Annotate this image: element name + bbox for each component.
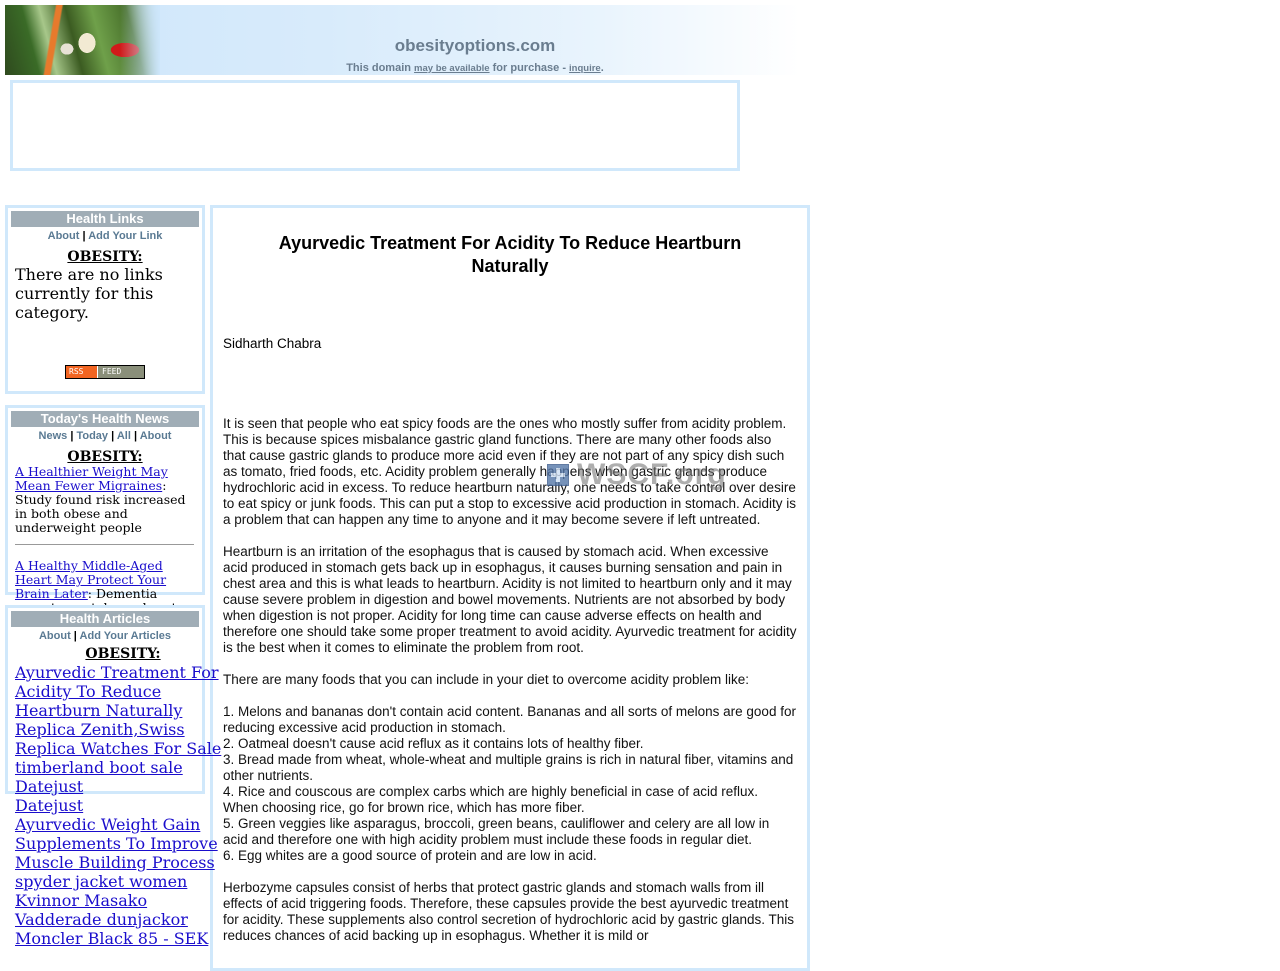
health-articles-header: Health Articles: [11, 611, 199, 627]
health-articles-nav: About | Add Your Articles: [38, 630, 172, 642]
food-list-item: 4. Rice and couscous are complex carbs w…: [223, 784, 759, 815]
news-about-link[interactable]: About: [140, 430, 172, 442]
article-link[interactable]: Ayurvedic Treatment For: [15, 663, 221, 682]
add-your-link-link[interactable]: Add Your Link: [88, 230, 162, 242]
health-articles-category: OBESITY:: [85, 646, 161, 662]
article-link[interactable]: Replica Zenith,Swiss: [15, 720, 221, 739]
health-news-category: OBESITY:: [67, 449, 143, 465]
article-title: Ayurvedic Treatment For Acidity To Reduc…: [278, 233, 742, 276]
article-panel: Ayurvedic Treatment For Acidity To Reduc…: [210, 205, 810, 971]
articles-list: Ayurvedic Treatment For Acidity To Reduc…: [15, 663, 221, 948]
news-link[interactable]: News: [39, 430, 68, 442]
food-list-item: 1. Melons and bananas don't contain acid…: [223, 704, 796, 735]
add-your-articles-link[interactable]: Add Your Articles: [80, 630, 171, 642]
article-link[interactable]: Vadderade dunjackor: [15, 910, 221, 929]
article-link[interactable]: Replica Watches For Sale: [15, 739, 221, 758]
food-list-item: 6. Egg whites are a good source of prote…: [223, 848, 597, 863]
article-link[interactable]: Heartburn Naturally: [15, 701, 221, 720]
watermark: WSCF.org: [547, 458, 727, 492]
food-list: 1. Melons and bananas don't contain acid…: [223, 704, 797, 864]
plus-cross-icon: [547, 464, 569, 486]
article-link[interactable]: Datejust: [15, 777, 221, 796]
article-paragraph: There are many foods that you can includ…: [223, 672, 750, 687]
feed-label: FEED: [98, 366, 144, 378]
rss-feed-button[interactable]: RSS FEED: [65, 365, 145, 379]
health-news-nav: News | Today | All | About: [38, 430, 172, 442]
article-paragraph: Heartburn is an irritation of the esopha…: [223, 544, 797, 655]
health-news-header: Today's Health News: [11, 411, 199, 427]
health-links-header: Health Links: [11, 211, 199, 227]
rss-label: RSS: [66, 366, 98, 378]
food-list-item: 5. Green veggies like asparagus, broccol…: [223, 816, 770, 847]
health-links-nav: About | Add Your Link: [47, 230, 163, 242]
domain-banner: obesityoptions.com This domain may be av…: [5, 5, 800, 75]
article-author: Sidharth Chabra: [223, 336, 322, 351]
article-link[interactable]: Moncler Black 85 - SEK: [15, 929, 221, 948]
food-list-item: 3. Bread made from wheat, whole-wheat an…: [223, 752, 794, 783]
ad-placeholder: [10, 80, 740, 171]
news-divider: [15, 544, 194, 545]
articles-about-link[interactable]: About: [39, 630, 71, 642]
health-links-panel: Health Links About | Add Your Link OBESI…: [5, 205, 205, 394]
watermark-text: WSCF.org: [577, 458, 727, 491]
article-link[interactable]: Acidity To Reduce: [15, 682, 221, 701]
health-links-about-link[interactable]: About: [48, 230, 80, 242]
health-links-category: OBESITY:: [67, 249, 143, 265]
may-be-available-link[interactable]: may be available: [414, 63, 490, 74]
no-links-message: There are no links currently for this ca…: [15, 265, 163, 322]
article-link[interactable]: Supplements To Improve: [15, 834, 221, 853]
news-item: A Healthier Weight May Mean Fewer Migrai…: [15, 465, 197, 535]
news-item-link[interactable]: A Healthier Weight May Mean Fewer Migrai…: [15, 465, 168, 493]
article-link[interactable]: Datejust: [15, 796, 221, 815]
article-link[interactable]: Kvinnor Masako: [15, 891, 221, 910]
article-link[interactable]: Ayurvedic Weight Gain: [15, 815, 221, 834]
news-list: A Healthier Weight May Mean Fewer Migrai…: [15, 465, 197, 623]
banner-subtitle: This domain may be available for purchas…: [346, 62, 604, 74]
today-link[interactable]: Today: [76, 430, 108, 442]
article-body: It is seen that people who eat spicy foo…: [223, 416, 797, 944]
health-news-panel: Today's Health News News | Today | All |…: [5, 405, 205, 623]
article-link[interactable]: Muscle Building Process: [15, 853, 221, 872]
inquire-link[interactable]: inquire: [569, 63, 601, 74]
article-link[interactable]: timberland boot sale: [15, 758, 221, 777]
all-link[interactable]: All: [117, 430, 131, 442]
banner-domain-title: obesityoptions.com: [394, 36, 556, 55]
article-link[interactable]: spyder jacket women: [15, 872, 221, 891]
food-list-item: 2. Oatmeal doesn't cause acid reflux as …: [223, 736, 644, 751]
article-paragraph: Herbozyme capsules consist of herbs that…: [223, 880, 795, 943]
